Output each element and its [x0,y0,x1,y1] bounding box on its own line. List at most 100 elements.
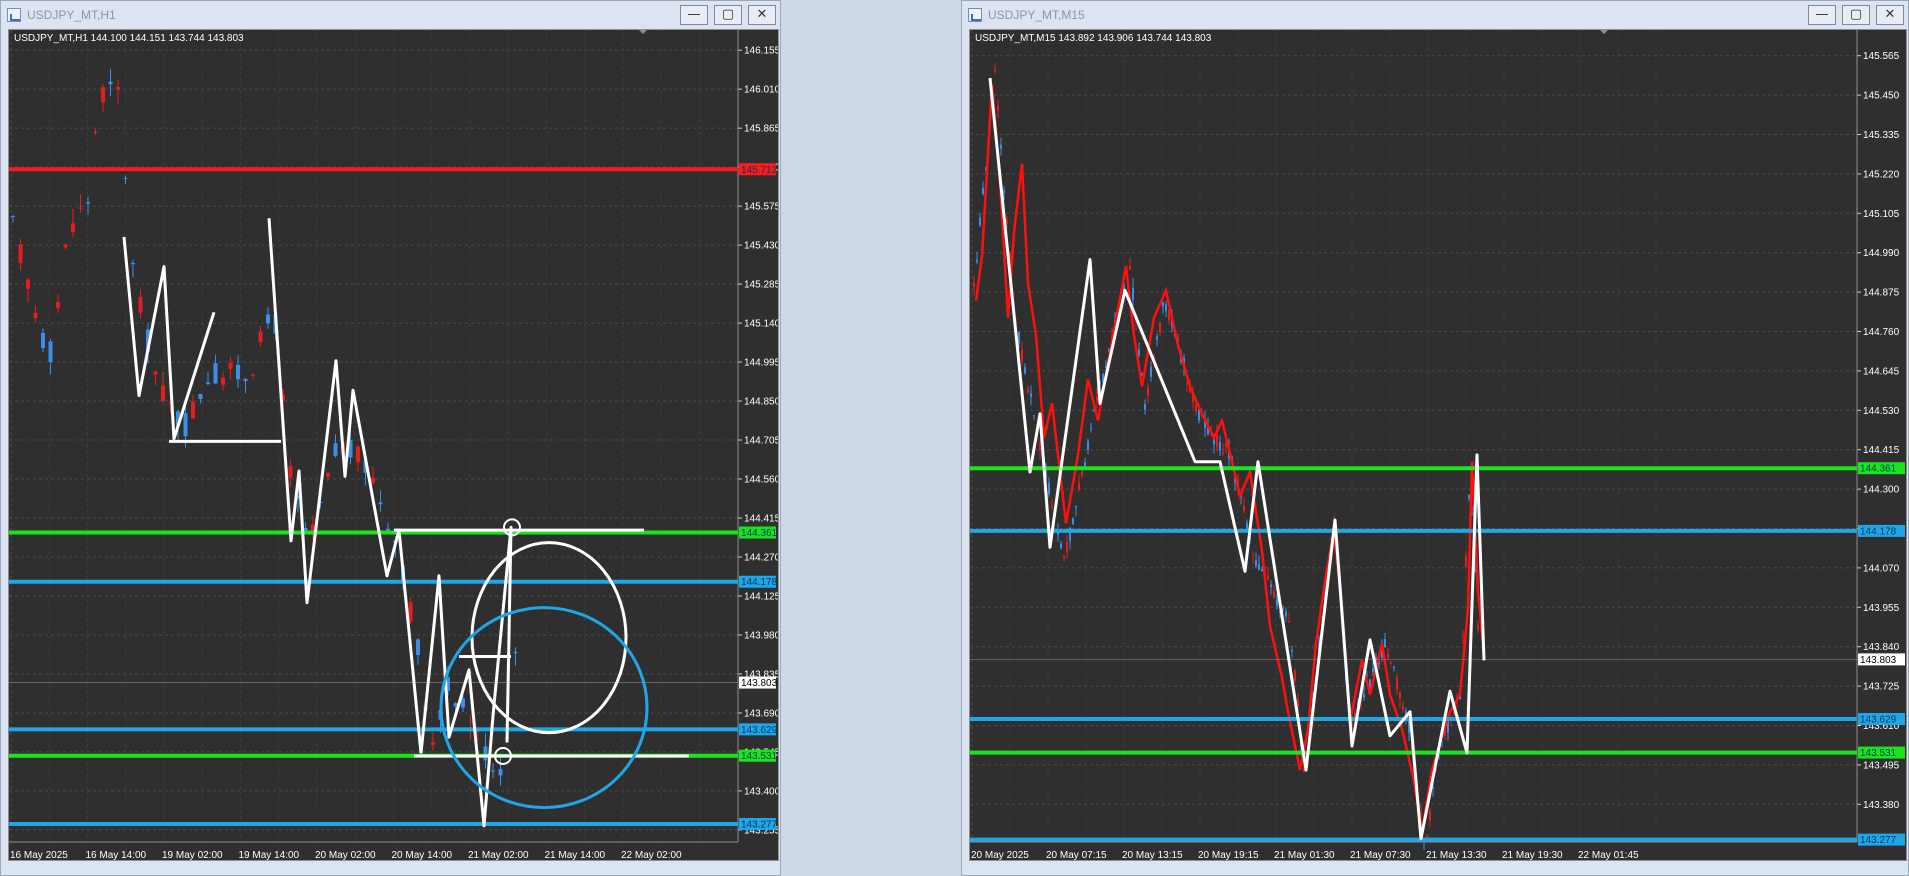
chart-shift-marker[interactable] [1600,30,1608,34]
price-axis-label: 144.415 [1863,445,1900,456]
chart-canvas[interactable]: 146.155146.010145.865145.720145.575145.4… [8,29,779,861]
candle-body [86,202,90,204]
level-price-label: 144.178 [1860,526,1897,537]
time-axis-label: 21 May 01:30 [1274,850,1335,861]
price-axis-label: 144.850 [744,397,779,408]
candle-body [131,262,135,265]
price-axis-label: 145.865 [744,124,779,135]
candle-body [1465,555,1467,568]
candle-body [11,216,15,218]
candle-body [288,466,293,478]
price-axis-label: 145.430 [744,241,779,252]
candle-body [206,382,210,385]
level-price-label: 143.531 [741,751,778,762]
window-titlebar[interactable]: USDJPY_MT,M15 — ▢ ✕ [962,1,1908,29]
candle-body [1261,569,1263,571]
candle-body [1078,483,1080,491]
price-chart-svg[interactable]: 145.565 145.450 145.335 145.220 145.105 144.9… [970,30,1907,861]
candle-body [116,87,120,90]
candle-body [1384,638,1386,648]
candle-body [1129,265,1131,269]
candle-body [93,131,98,133]
price-axis-label: 145.575 [744,202,779,213]
window-titlebar[interactable]: USDJPY_MT,H1 — ▢ ✕ [1,1,780,29]
candle-body [48,341,53,363]
time-axis-label: 21 May 02:00 [468,850,529,861]
candle-body [513,651,518,654]
candle-body [1399,692,1401,699]
candle-body [371,477,375,483]
candle-body [1021,349,1023,362]
candle-body [1051,506,1053,508]
candle-body [976,259,978,262]
candle-body [1033,415,1035,417]
chart-app-icon [7,8,21,22]
time-axis-label: 20 May 19:15 [1198,850,1259,861]
price-axis-label: 145.450 [1863,91,1900,102]
time-axis-label: 20 May 02:00 [315,850,376,861]
price-axis-label: 145.565 [1863,51,1900,62]
zigzag-drawing[interactable] [988,77,1486,841]
candle-body [1006,219,1008,224]
time-axis-label: 21 May 19:30 [1502,850,1563,861]
close-button[interactable]: ✕ [748,5,776,25]
price-axis-label: 145.220 [1863,169,1900,180]
candle-body [1219,442,1221,451]
candle-body [1369,679,1371,687]
price-axis-label: 143.955 [1863,603,1900,614]
candle-body [1147,387,1149,396]
maximize-button[interactable]: ▢ [714,5,742,25]
price-axis-label: 143.980 [744,630,779,641]
candle-body [1396,677,1398,690]
time-axis-label: 16 May 2025 [10,850,68,861]
price-axis-label: 145.140 [744,319,779,330]
time-axis-label: 16 May 14:00 [86,850,147,861]
window-title: USDJPY_MT,H1 [27,8,116,22]
zigzag-drawing[interactable] [267,218,423,754]
chart-shift-marker[interactable] [639,30,647,34]
chart-window-m15[interactable]: USDJPY_MT,M15 — ▢ ✕ 145.565 145.450 145.33… [961,0,1909,876]
candle-body [1267,575,1269,580]
time-axis-label: 21 May 13:30 [1426,850,1487,861]
candle-body [356,446,360,463]
candle-body [56,302,60,308]
candle-body [1096,396,1098,401]
close-button[interactable]: ✕ [1876,5,1904,25]
candle-body [183,413,188,437]
zigzag-drawing[interactable] [122,236,216,441]
candle-body [491,770,495,772]
candle-body [1144,404,1146,410]
price-axis-label: 146.155 [744,46,779,57]
time-axis-label: 20 May 07:15 [1046,850,1107,861]
candle-body [1195,404,1197,411]
candle-body [1363,694,1365,698]
maximize-button[interactable]: ▢ [1842,5,1870,25]
chart-canvas[interactable]: 145.565 145.450 145.335 145.220 145.105 144.9… [969,29,1907,861]
candle-body [386,528,390,531]
candle-body [1024,367,1026,373]
price-axis-label: 146.010 [744,85,779,96]
candle-body [1258,564,1260,571]
price-axis-label: 144.415 [744,514,779,525]
minimize-button[interactable]: — [1808,5,1836,25]
level-price-label: 143.277 [1860,835,1897,846]
candle-body [1294,670,1296,682]
zigzag-drawing[interactable] [419,525,513,828]
candle-body [1030,393,1032,397]
time-axis-label: 19 May 14:00 [239,850,300,861]
minimize-button[interactable]: — [680,5,708,25]
time-axis-label: 20 May 14:00 [392,850,453,861]
price-axis-label: 144.705 [744,436,779,447]
price-chart-svg[interactable]: 146.155146.010145.865145.720145.575145.4… [9,30,779,861]
candle-body [1159,322,1161,333]
price-axis-label: 144.560 [744,475,779,486]
time-axis-label: 21 May 07:30 [1350,850,1411,861]
chart-window-h1[interactable]: USDJPY_MT,H1 — ▢ ✕ 146.155 146.010 145.865… [0,0,781,876]
candle-body [1162,302,1164,307]
candle-body [1081,471,1083,476]
drawn-ellipse[interactable] [470,541,628,735]
candle-body [1276,598,1278,606]
price-axis-label: 143.380 [1863,800,1900,811]
candle-body [221,377,225,385]
candle-body [431,742,435,745]
